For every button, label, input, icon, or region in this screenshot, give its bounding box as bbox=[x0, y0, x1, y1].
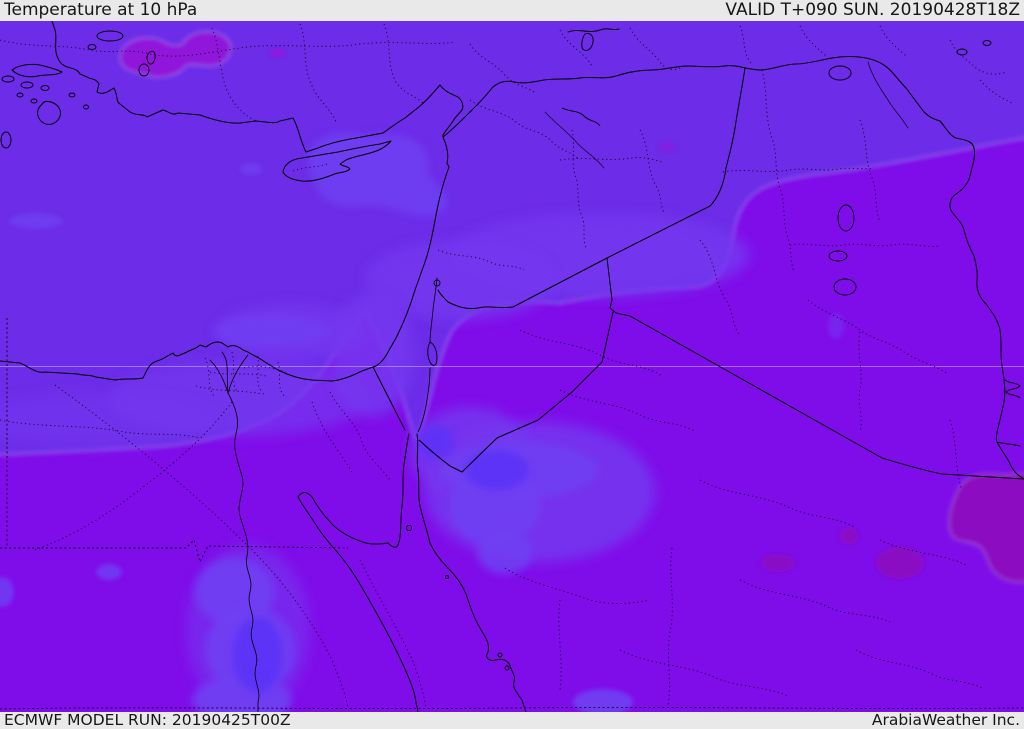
page-title: Temperature at 10 hPa bbox=[4, 0, 198, 20]
credit-label: ArabiaWeather Inc. bbox=[871, 711, 1020, 729]
weather-app-screen: Temperature at 10 hPa VALID T+090 SUN. 2… bbox=[0, 0, 1024, 729]
header-bar: Temperature at 10 hPa VALID T+090 SUN. 2… bbox=[0, 0, 1024, 21]
weather-map bbox=[0, 21, 1024, 712]
model-run-label: ECMWF MODEL RUN: 20190425T00Z bbox=[4, 711, 291, 729]
footer-bar: ECMWF MODEL RUN: 20190425T00Z ArabiaWeat… bbox=[0, 712, 1024, 729]
valid-time-label: VALID T+090 SUN. 20190428T18Z bbox=[725, 0, 1020, 20]
